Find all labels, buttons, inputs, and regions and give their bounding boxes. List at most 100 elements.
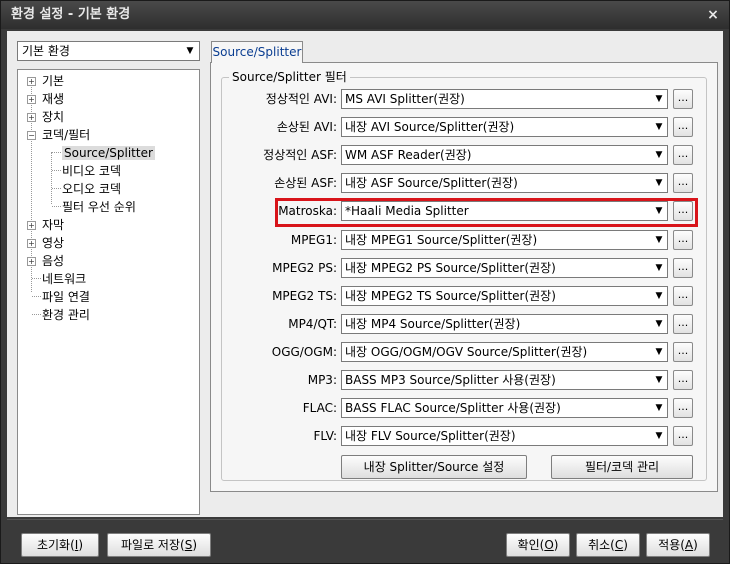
tree-item-label: 환경 관리 — [42, 308, 90, 322]
filter-properties-button[interactable]: ... — [673, 117, 693, 138]
chevron-down-icon: ▼ — [653, 314, 665, 333]
filter-label: 정상적인 AVI: — [265, 92, 337, 106]
filter-properties-button[interactable]: ... — [673, 370, 693, 390]
reset-button[interactable]: 초기화(I) — [21, 533, 99, 557]
category-select-value: 기본 환경 — [22, 44, 70, 58]
filter-properties-button[interactable]: ... — [673, 257, 693, 278]
filter-select-value: 내장 FLV Source/Splitter(권장) — [345, 429, 516, 444]
filter-properties-button[interactable]: ... — [673, 285, 693, 306]
expand-icon[interactable]: + — [27, 257, 36, 266]
filter-properties-button[interactable]: ... — [673, 173, 693, 194]
filter-select-value: 내장 MPEG1 Source/Splitter(권장) — [345, 232, 538, 247]
filter-select[interactable]: 내장 ASF Source/Splitter(권장) ▼ — [341, 173, 668, 194]
tree-item[interactable]: 비디오 코덱 — [62, 162, 121, 180]
chevron-down-icon: ▼ — [653, 342, 665, 361]
tree-item[interactable]: + 자막 — [27, 216, 64, 234]
chevron-down-icon: ▼ — [653, 90, 665, 108]
filter-properties-button[interactable]: ... — [673, 89, 693, 109]
chevron-down-icon: ▼ — [653, 399, 665, 418]
filter-select[interactable]: WM ASF Reader(권장) ▼ — [341, 145, 668, 166]
chevron-down-icon: ▼ — [186, 46, 194, 56]
filter-select-value: WM ASF Reader(권장) — [345, 148, 472, 163]
expand-icon[interactable]: + — [27, 77, 36, 86]
close-icon[interactable]: × — [705, 1, 721, 29]
expand-icon[interactable]: + — [27, 95, 36, 104]
filter-properties-button[interactable]: ... — [673, 229, 693, 250]
tab-source-splitter[interactable]: Source/Splitter — [211, 41, 303, 63]
tree-item[interactable]: + 영상 — [27, 234, 65, 252]
tree-item[interactable]: 환경 관리 — [42, 306, 90, 324]
filter-select-value: MS AVI Splitter(권장) — [345, 92, 465, 106]
chevron-down-icon: ▼ — [653, 371, 665, 389]
save-to-file-button[interactable]: 파일로 저장(S) — [107, 533, 211, 557]
tree-item[interactable]: − 코덱/필터 — [27, 126, 91, 144]
builtin-splitter-settings-button[interactable]: 내장 Splitter/Source 설정 — [341, 455, 527, 479]
tree-item-label: Source/Splitter — [62, 146, 155, 160]
filter-properties-button[interactable]: ... — [673, 341, 693, 362]
tree-item-label: 코덱/필터 — [42, 128, 91, 142]
filter-properties-button[interactable]: ... — [673, 426, 693, 447]
filter-label: MPEG2 TS: — [272, 288, 337, 303]
filter-select[interactable]: 내장 MPEG2 TS Source/Splitter(권장) ▼ — [341, 285, 668, 306]
tree-item[interactable]: 오디오 코덱 — [62, 180, 121, 198]
collapse-icon[interactable]: − — [27, 131, 36, 140]
filter-select[interactable]: 내장 MP4 Source/Splitter(권장) ▼ — [341, 313, 668, 334]
tree-item[interactable]: + 음성 — [27, 252, 64, 270]
filter-properties-button[interactable]: ... — [673, 398, 693, 419]
filter-select[interactable]: 내장 MPEG1 Source/Splitter(권장) ▼ — [341, 229, 668, 250]
tree-item[interactable]: + 장치 — [27, 108, 64, 126]
filter-select[interactable]: 내장 MPEG2 PS Source/Splitter(권장) ▼ — [341, 257, 668, 278]
expand-icon[interactable]: + — [27, 221, 36, 230]
filter-select[interactable]: BASS FLAC Source/Splitter 사용(권장) ▼ — [341, 398, 668, 419]
filter-label: MPEG2 PS: — [272, 260, 337, 275]
matroska-highlight — [275, 198, 698, 227]
tree-item[interactable]: 네트워크 — [42, 270, 86, 288]
tree-item-label: 영상 — [42, 236, 65, 250]
ok-button[interactable]: 확인(O) — [506, 533, 570, 557]
filter-label: 손상된 ASF: — [274, 176, 337, 191]
filter-codec-manage-button[interactable]: 필터/코덱 관리 — [551, 455, 693, 479]
tree-item[interactable]: + 재생 — [27, 90, 64, 108]
chevron-down-icon: ▼ — [653, 230, 665, 249]
chevron-down-icon: ▼ — [653, 258, 665, 277]
filter-label: MP3: — [307, 373, 337, 387]
filter-select[interactable]: 내장 OGG/OGM/OGV Source/Splitter(권장) ▼ — [341, 341, 668, 362]
chevron-down-icon: ▼ — [653, 174, 665, 193]
filter-select[interactable]: 내장 AVI Source/Splitter(권장) ▼ — [341, 117, 668, 138]
filter-select[interactable]: MS AVI Splitter(권장) ▼ — [341, 89, 668, 109]
tree-item[interactable]: 필터 우선 순위 — [62, 198, 136, 216]
cancel-button[interactable]: 취소(C) — [576, 533, 640, 557]
tree-item-label: 파일 연결 — [42, 290, 90, 304]
window-title: 환경 설정 - 기본 환경 — [11, 7, 131, 22]
tree-item-label: 기본 — [42, 74, 65, 88]
tree-item-label: 오디오 코덱 — [62, 182, 122, 196]
filter-select[interactable]: BASS MP3 Source/Splitter 사용(권장) ▼ — [341, 370, 668, 390]
tree-item[interactable]: Source/Splitter — [62, 144, 155, 162]
settings-tree: + 기본 + 재생 + 장치 − 코덱/필터 Source/Splitter 비디오 코덱 오디오 … — [17, 69, 200, 515]
title-bar[interactable]: 환경 설정 - 기본 환경 × — [1, 1, 729, 29]
chevron-down-icon: ▼ — [653, 146, 665, 165]
filter-label: MP4/QT: — [288, 316, 337, 331]
footer-separator — [7, 519, 723, 520]
filter-select[interactable]: 내장 FLV Source/Splitter(권장) ▼ — [341, 426, 668, 447]
category-select[interactable]: 기본 환경 ▼ — [17, 41, 200, 61]
filter-group — [221, 77, 707, 481]
tree-item-label: 비디오 코덱 — [62, 164, 122, 178]
expand-icon[interactable]: + — [27, 239, 36, 248]
tree-item[interactable]: 파일 연결 — [42, 288, 90, 306]
filter-label: FLAC: — [302, 401, 337, 416]
filter-select-value: 내장 MPEG2 TS Source/Splitter(권장) — [345, 288, 556, 303]
dialog-body: 기본 환경 ▼ + 기본 + 재생 + 장치 − 코덱/필터 Source/Splitter 비디… — [7, 31, 723, 517]
filter-label: 정상적인 ASF: — [263, 148, 337, 163]
filter-select-value: BASS FLAC Source/Splitter 사용(권장) — [345, 401, 561, 416]
expand-icon[interactable]: + — [27, 113, 36, 122]
chevron-down-icon: ▼ — [653, 118, 665, 137]
filter-select-value: 내장 AVI Source/Splitter(권장) — [345, 120, 515, 135]
filter-select-value: BASS MP3 Source/Splitter 사용(권장) — [345, 373, 556, 387]
tree-item[interactable]: + 기본 — [27, 72, 65, 90]
apply-button[interactable]: 적용(A) — [646, 533, 710, 557]
chevron-down-icon: ▼ — [653, 427, 665, 446]
filter-label: 손상된 AVI: — [276, 120, 337, 135]
filter-properties-button[interactable]: ... — [673, 313, 693, 334]
filter-properties-button[interactable]: ... — [673, 145, 693, 166]
